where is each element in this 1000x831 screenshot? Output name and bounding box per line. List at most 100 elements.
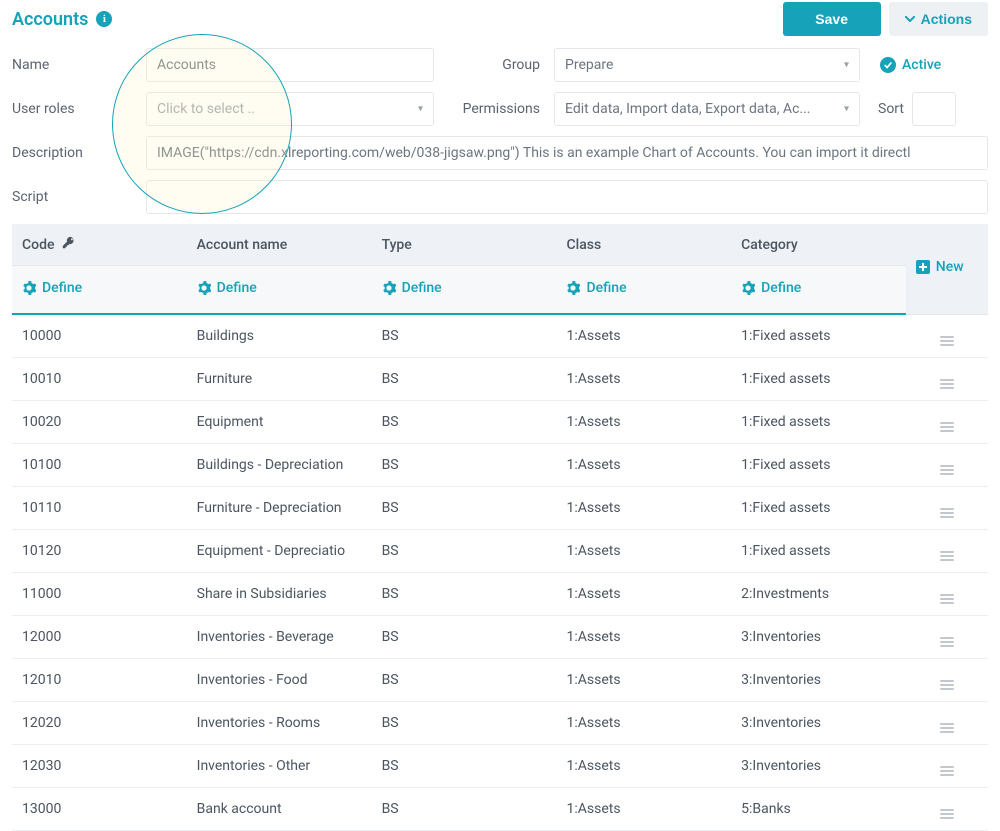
- actions-button[interactable]: Actions: [889, 2, 988, 36]
- menu-icon: [940, 594, 954, 604]
- cell-name[interactable]: Equipment: [187, 400, 372, 443]
- cell-class[interactable]: 1:Assets: [556, 744, 731, 787]
- cell-class[interactable]: 1:Assets: [556, 658, 731, 701]
- permissions-select[interactable]: Edit data, Import data, Export data, Ac.…: [554, 92, 860, 126]
- row-menu-button[interactable]: [906, 744, 988, 787]
- cell-type[interactable]: BS: [372, 529, 557, 572]
- actions-label: Actions: [921, 11, 972, 27]
- row-menu-button[interactable]: [906, 314, 988, 357]
- row-menu-button[interactable]: [906, 615, 988, 658]
- info-icon[interactable]: i: [96, 11, 112, 27]
- menu-icon: [940, 551, 954, 561]
- cell-category[interactable]: 1:Fixed assets: [731, 529, 906, 572]
- cell-type[interactable]: BS: [372, 744, 557, 787]
- script-input[interactable]: [146, 180, 988, 214]
- cell-code[interactable]: 10000: [12, 314, 187, 357]
- cell-type[interactable]: BS: [372, 400, 557, 443]
- define-button-type[interactable]: Define: [382, 280, 442, 296]
- userroles-select[interactable]: Click to select .. ▾: [146, 92, 434, 126]
- cell-name[interactable]: Share in Subsidiaries: [187, 572, 372, 615]
- cell-class[interactable]: 1:Assets: [556, 615, 731, 658]
- row-menu-button[interactable]: [906, 400, 988, 443]
- column-header-type[interactable]: Type: [372, 224, 557, 266]
- cell-code[interactable]: 12020: [12, 701, 187, 744]
- new-label: New: [936, 259, 964, 275]
- cell-category[interactable]: 3:Inventories: [731, 615, 906, 658]
- column-header-class[interactable]: Class: [556, 224, 731, 266]
- cell-type[interactable]: BS: [372, 357, 557, 400]
- row-menu-button[interactable]: [906, 787, 988, 830]
- cell-category[interactable]: 1:Fixed assets: [731, 357, 906, 400]
- cell-class[interactable]: 1:Assets: [556, 529, 731, 572]
- cell-type[interactable]: BS: [372, 701, 557, 744]
- cell-code[interactable]: 13000: [12, 787, 187, 830]
- cell-name[interactable]: Buildings: [187, 314, 372, 357]
- cell-code[interactable]: 12010: [12, 658, 187, 701]
- cell-name[interactable]: Inventories - Rooms: [187, 701, 372, 744]
- cell-category[interactable]: 1:Fixed assets: [731, 400, 906, 443]
- row-menu-button[interactable]: [906, 572, 988, 615]
- cell-class[interactable]: 1:Assets: [556, 486, 731, 529]
- cell-class[interactable]: 1:Assets: [556, 787, 731, 830]
- cell-type[interactable]: BS: [372, 486, 557, 529]
- cell-code[interactable]: 10110: [12, 486, 187, 529]
- row-menu-button[interactable]: [906, 357, 988, 400]
- define-button-name[interactable]: Define: [197, 280, 257, 296]
- cell-name[interactable]: Furniture: [187, 357, 372, 400]
- cell-class[interactable]: 1:Assets: [556, 357, 731, 400]
- define-button-class[interactable]: Define: [566, 280, 626, 296]
- cell-name[interactable]: Buildings - Depreciation: [187, 443, 372, 486]
- cell-class[interactable]: 1:Assets: [556, 701, 731, 744]
- row-menu-button[interactable]: [906, 701, 988, 744]
- sort-input[interactable]: [912, 92, 956, 126]
- define-row: Define Define Define Define Define: [12, 266, 988, 315]
- cell-code[interactable]: 10010: [12, 357, 187, 400]
- cell-name[interactable]: Equipment - Depreciatio: [187, 529, 372, 572]
- cell-code[interactable]: 12000: [12, 615, 187, 658]
- define-button-code[interactable]: Define: [22, 280, 82, 296]
- column-header-code[interactable]: Code: [12, 224, 187, 266]
- cell-name[interactable]: Bank account: [187, 787, 372, 830]
- cell-category[interactable]: 5:Banks: [731, 787, 906, 830]
- row-menu-button[interactable]: [906, 486, 988, 529]
- cell-class[interactable]: 1:Assets: [556, 314, 731, 357]
- row-menu-button[interactable]: [906, 658, 988, 701]
- cell-class[interactable]: 1:Assets: [556, 400, 731, 443]
- cell-name[interactable]: Furniture - Depreciation: [187, 486, 372, 529]
- cell-category[interactable]: 1:Fixed assets: [731, 486, 906, 529]
- cell-category[interactable]: 3:Inventories: [731, 744, 906, 787]
- cell-type[interactable]: BS: [372, 615, 557, 658]
- cell-name[interactable]: Inventories - Beverage: [187, 615, 372, 658]
- new-column-button[interactable]: New: [906, 224, 988, 314]
- cell-code[interactable]: 12030: [12, 744, 187, 787]
- cell-code[interactable]: 11000: [12, 572, 187, 615]
- save-button[interactable]: Save: [783, 2, 881, 36]
- cell-type[interactable]: BS: [372, 443, 557, 486]
- cell-category[interactable]: 1:Fixed assets: [731, 443, 906, 486]
- row-menu-button[interactable]: [906, 529, 988, 572]
- active-toggle[interactable]: Active: [880, 57, 941, 73]
- define-button-category[interactable]: Define: [741, 280, 801, 296]
- cell-type[interactable]: BS: [372, 314, 557, 357]
- cell-category[interactable]: 3:Inventories: [731, 701, 906, 744]
- cell-category[interactable]: 2:Investments: [731, 572, 906, 615]
- cell-name[interactable]: Inventories - Food: [187, 658, 372, 701]
- description-input[interactable]: IMAGE("https://cdn.xlreporting.com/web/0…: [146, 136, 988, 170]
- cell-category[interactable]: 1:Fixed assets: [731, 314, 906, 357]
- name-input[interactable]: Accounts: [146, 48, 434, 82]
- cell-class[interactable]: 1:Assets: [556, 572, 731, 615]
- group-select[interactable]: Prepare ▾: [554, 48, 860, 82]
- column-header-category[interactable]: Category: [731, 224, 906, 266]
- cell-code[interactable]: 10100: [12, 443, 187, 486]
- cell-type[interactable]: BS: [372, 658, 557, 701]
- row-menu-button[interactable]: [906, 443, 988, 486]
- cell-type[interactable]: BS: [372, 572, 557, 615]
- column-header-account-name[interactable]: Account name: [187, 224, 372, 266]
- cell-type[interactable]: BS: [372, 787, 557, 830]
- chevron-down-icon: ▾: [844, 104, 849, 115]
- cell-code[interactable]: 10020: [12, 400, 187, 443]
- cell-code[interactable]: 10120: [12, 529, 187, 572]
- cell-category[interactable]: 3:Inventories: [731, 658, 906, 701]
- cell-name[interactable]: Inventories - Other: [187, 744, 372, 787]
- cell-class[interactable]: 1:Assets: [556, 443, 731, 486]
